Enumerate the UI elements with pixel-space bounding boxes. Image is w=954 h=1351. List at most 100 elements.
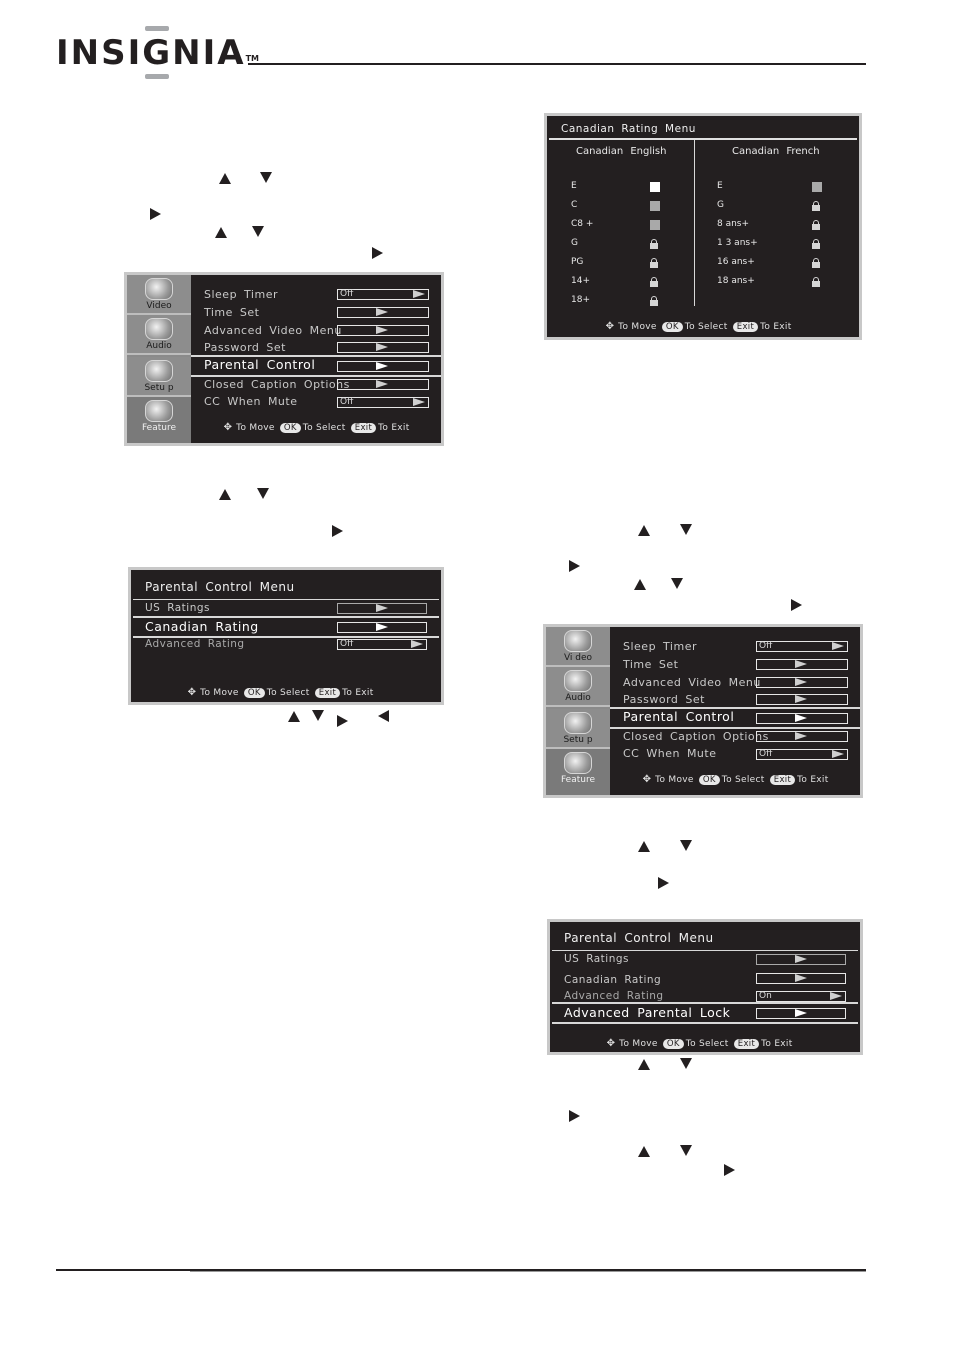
menu-item-advanced-video-menu[interactable]: Advanced Video Menu <box>204 324 342 338</box>
cc-when-mute-value[interactable]: Off <box>756 749 848 760</box>
time-set-value[interactable] <box>337 307 429 318</box>
lock-icon[interactable] <box>812 220 820 230</box>
down-arrow-icon <box>680 1058 692 1069</box>
english-rating-label[interactable]: C <box>571 200 577 210</box>
ok-key: OK <box>279 423 301 433</box>
feature-icon <box>145 400 173 422</box>
trademark: TM <box>245 54 260 63</box>
canadian-rating-value[interactable] <box>337 622 427 633</box>
video-icon <box>564 630 592 652</box>
menu-item-advanced-rating[interactable]: Advanced Rating <box>145 637 245 651</box>
menu-item-us-ratings[interactable]: US Ratings <box>145 601 210 615</box>
english-rating-label[interactable]: 18+ <box>571 295 590 305</box>
menu-item-sleep-timer[interactable]: Sleep Timer <box>204 288 278 302</box>
sidebar-item-feature[interactable]: Feature <box>546 749 610 795</box>
down-arrow-icon <box>312 710 324 721</box>
french-rating-label[interactable]: 18 ans+ <box>717 276 755 286</box>
lock-icon[interactable] <box>650 277 658 287</box>
english-rating-label[interactable]: G <box>571 238 578 248</box>
menu-item-password-set[interactable]: Password Set <box>204 341 286 355</box>
right-arrow-icon <box>795 1009 807 1017</box>
brand-g: G <box>142 26 172 79</box>
unlocked-square-icon[interactable] <box>812 182 822 192</box>
english-rating-label[interactable]: PG <box>571 257 583 267</box>
four-way-arrow-icon: ✥ <box>605 321 615 332</box>
menu-item-cc-when-mute[interactable]: CC When Mute <box>204 395 298 409</box>
right-arrow-icon <box>376 326 388 334</box>
password-set-value[interactable] <box>337 342 429 353</box>
advanced-parental-lock-value[interactable] <box>756 1008 846 1019</box>
up-arrow-icon <box>638 1146 650 1157</box>
sidebar-item-video[interactable]: Vi deo <box>546 627 610 667</box>
sidebar-item-video[interactable]: Video <box>127 275 191 315</box>
ok-key: OK <box>661 322 683 332</box>
right-arrow-icon <box>832 750 844 758</box>
menu-item-parental-control[interactable]: Parental Control <box>623 710 734 724</box>
sidebar-item-audio[interactable]: Audio <box>546 667 610 707</box>
up-arrow-icon <box>638 841 650 852</box>
sidebar-item-setup[interactable]: Setu p <box>546 709 610 749</box>
menu-item-advanced-video-menu[interactable]: Advanced Video Menu <box>623 676 761 690</box>
french-rating-label[interactable]: E <box>717 181 723 191</box>
menu-item-time-set[interactable]: Time Set <box>204 306 259 320</box>
parental-control-value[interactable] <box>756 713 848 724</box>
menu-item-canadian-rating[interactable]: Canadian Rating <box>145 620 259 634</box>
menu-item-closed-caption-options[interactable]: Closed Caption Options <box>623 730 769 744</box>
exit-key: Exit <box>733 1039 760 1049</box>
menu-item-canadian-rating[interactable]: Canadian Rating <box>564 973 661 987</box>
menu-item-advanced-parental-lock[interactable]: Advanced Parental Lock <box>564 1006 730 1020</box>
closed-caption-value[interactable] <box>337 379 429 390</box>
lock-icon[interactable] <box>812 201 820 211</box>
right-arrow-icon <box>658 877 669 889</box>
lock-icon[interactable] <box>650 258 658 268</box>
menu-item-us-ratings[interactable]: US Ratings <box>564 952 629 966</box>
canadian-rating-value[interactable] <box>756 973 846 984</box>
menu-item-sleep-timer[interactable]: Sleep Timer <box>623 640 697 654</box>
advanced-rating-value[interactable]: On <box>756 991 846 1002</box>
setup-menu-screen-2: Vi deo Audio Setu p Feature Sleep Timer … <box>543 624 863 798</box>
parental-control-value[interactable] <box>337 361 429 372</box>
menu-item-password-set[interactable]: Password Set <box>623 693 705 707</box>
french-rating-label[interactable]: G <box>717 200 724 210</box>
menu-item-time-set[interactable]: Time Set <box>623 658 678 672</box>
sidebar-item-setup[interactable]: Setu p <box>127 357 191 397</box>
lock-icon[interactable] <box>812 258 820 268</box>
english-rating-label[interactable]: 14+ <box>571 276 590 286</box>
right-arrow-icon <box>376 362 388 370</box>
us-ratings-value[interactable] <box>337 603 427 614</box>
sidebar-item-feature[interactable]: Feature <box>127 397 191 443</box>
sidebar-item-audio[interactable]: Audio <box>127 315 191 355</box>
unlocked-square-icon[interactable] <box>650 220 660 230</box>
right-arrow-icon <box>376 343 388 351</box>
four-way-arrow-icon: ✥ <box>223 422 233 433</box>
closed-caption-value[interactable] <box>756 731 848 742</box>
lock-icon[interactable] <box>650 239 658 249</box>
lock-icon[interactable] <box>812 277 820 287</box>
time-set-value[interactable] <box>756 659 848 670</box>
lock-icon[interactable] <box>812 239 820 249</box>
advanced-video-value[interactable] <box>337 325 429 336</box>
french-rating-label[interactable]: 8 ans+ <box>717 219 749 229</box>
unlocked-square-icon[interactable] <box>650 201 660 211</box>
menu-item-closed-caption-options[interactable]: Closed Caption Options <box>204 378 350 392</box>
cc-when-mute-value[interactable]: Off <box>337 397 429 408</box>
advanced-rating-value[interactable]: Off <box>337 639 427 650</box>
down-arrow-icon <box>680 1145 692 1156</box>
us-ratings-value[interactable] <box>756 954 846 965</box>
column-divider <box>694 140 695 306</box>
menu-sidebar: Vi deo Audio Setu p Feature <box>546 627 610 795</box>
sleep-timer-value[interactable]: Off <box>756 641 848 652</box>
french-rating-label[interactable]: 1 3 ans+ <box>717 238 758 248</box>
menu-item-cc-when-mute[interactable]: CC When Mute <box>623 747 717 761</box>
lock-icon[interactable] <box>650 296 658 306</box>
unlocked-square-icon[interactable] <box>650 182 660 192</box>
menu-item-advanced-rating[interactable]: Advanced Rating <box>564 989 664 1003</box>
menu-item-parental-control[interactable]: Parental Control <box>204 358 315 372</box>
english-rating-label[interactable]: E <box>571 181 577 191</box>
sleep-timer-value[interactable]: Off <box>337 289 429 300</box>
right-arrow-icon <box>413 398 425 406</box>
french-rating-label[interactable]: 16 ans+ <box>717 257 755 267</box>
password-set-value[interactable] <box>756 694 848 705</box>
advanced-video-value[interactable] <box>756 677 848 688</box>
english-rating-label[interactable]: C8 + <box>571 219 593 229</box>
